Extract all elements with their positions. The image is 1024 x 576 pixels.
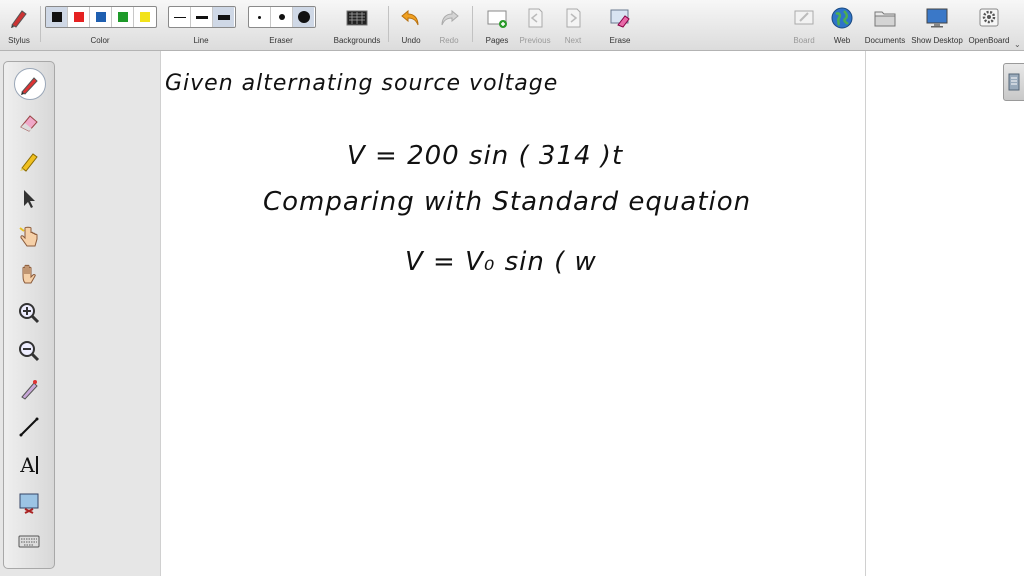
laser-pointer-tool-button[interactable]	[13, 373, 45, 405]
zoom-out-tool-button[interactable]	[13, 335, 45, 367]
previous-page-icon	[528, 8, 543, 28]
color-label-wrap: Color	[90, 36, 110, 45]
stylus-icon	[11, 10, 27, 28]
undo-icon	[401, 9, 419, 26]
handwriting-line-3: Comparing with Standard equation	[263, 187, 752, 217]
board-button[interactable]: Board	[786, 4, 822, 48]
tools-palette: A	[3, 61, 55, 569]
backgrounds-icon	[346, 10, 368, 26]
openboard-menu-button[interactable]: OpenBoard	[966, 4, 1012, 48]
globe-icon	[831, 7, 853, 29]
keyboard-tool-button[interactable]	[13, 525, 45, 557]
undo-button[interactable]: Undo	[394, 4, 428, 48]
highlighter-icon	[20, 153, 38, 172]
pen-tool-button[interactable]	[14, 68, 46, 100]
interact-tool-button[interactable]	[13, 221, 45, 253]
handwriting-line-1: Given alternating source voltage	[165, 71, 559, 96]
toolbar-overflow-button[interactable]: ⌄	[1012, 4, 1024, 49]
pen-icon	[21, 77, 38, 95]
line-label-wrap: Line	[193, 36, 209, 45]
handwriting-line-2: V = 200 sin ( 314 )t	[347, 141, 624, 171]
next-page-icon	[566, 8, 581, 28]
pointer-hand-icon	[19, 226, 38, 247]
separator	[472, 6, 473, 42]
keyboard-icon	[18, 535, 40, 548]
backgrounds-button[interactable]: Backgrounds	[330, 4, 384, 48]
eraser-icon	[20, 115, 38, 132]
show-desktop-button[interactable]: Show Desktop	[910, 4, 964, 48]
main-toolbar: Stylus Color Line Eraser Backgrounds Und…	[0, 0, 1024, 51]
erase-board-icon	[610, 9, 630, 28]
capture-icon	[19, 493, 39, 514]
web-button[interactable]: Web	[824, 4, 860, 48]
separator	[388, 6, 389, 42]
stylus-button[interactable]: Stylus	[2, 4, 36, 48]
handwriting-line-4: V = V₀ sin ( w	[405, 247, 597, 277]
eraser-tool-button[interactable]	[13, 107, 45, 139]
separator	[40, 6, 41, 42]
zoom-out-icon	[19, 341, 40, 362]
pages-button[interactable]: Pages	[478, 4, 516, 48]
right-margin	[866, 51, 1024, 576]
text-cursor-icon	[35, 456, 38, 474]
library-pull-tab[interactable]	[1003, 63, 1024, 101]
text-icon: A	[20, 453, 35, 477]
text-tool-button[interactable]: A	[13, 449, 45, 481]
line-tool-button[interactable]	[13, 411, 45, 443]
gear-icon	[979, 8, 999, 27]
previous-page-button[interactable]: Previous	[516, 4, 554, 48]
next-page-button[interactable]: Next	[554, 4, 592, 48]
documents-button[interactable]: Documents	[862, 4, 908, 48]
library-icon	[1008, 73, 1020, 91]
selector-tool-button[interactable]	[13, 183, 45, 215]
desktop-icon	[926, 8, 948, 28]
line-icon	[19, 417, 39, 437]
selector-icon	[24, 190, 35, 208]
laser-pointer-icon	[21, 380, 38, 400]
chevron-down-icon: ⌄	[1014, 40, 1021, 49]
zoom-in-tool-button[interactable]	[13, 297, 45, 329]
redo-button[interactable]: Redo	[432, 4, 466, 48]
folder-icon	[874, 11, 896, 27]
capture-tool-button[interactable]	[13, 487, 45, 519]
board-icon	[794, 10, 814, 25]
hand-tool-button[interactable]	[13, 259, 45, 291]
zoom-in-icon	[19, 303, 40, 324]
eraser-label-wrap: Eraser	[269, 36, 293, 45]
hand-icon	[22, 264, 36, 284]
redo-icon	[441, 9, 459, 26]
whiteboard-canvas[interactable]: Given alternating source voltage V = 200…	[160, 51, 866, 576]
erase-board-button[interactable]: Erase	[600, 4, 640, 48]
highlighter-tool-button[interactable]	[13, 145, 45, 177]
add-page-icon	[487, 10, 507, 28]
